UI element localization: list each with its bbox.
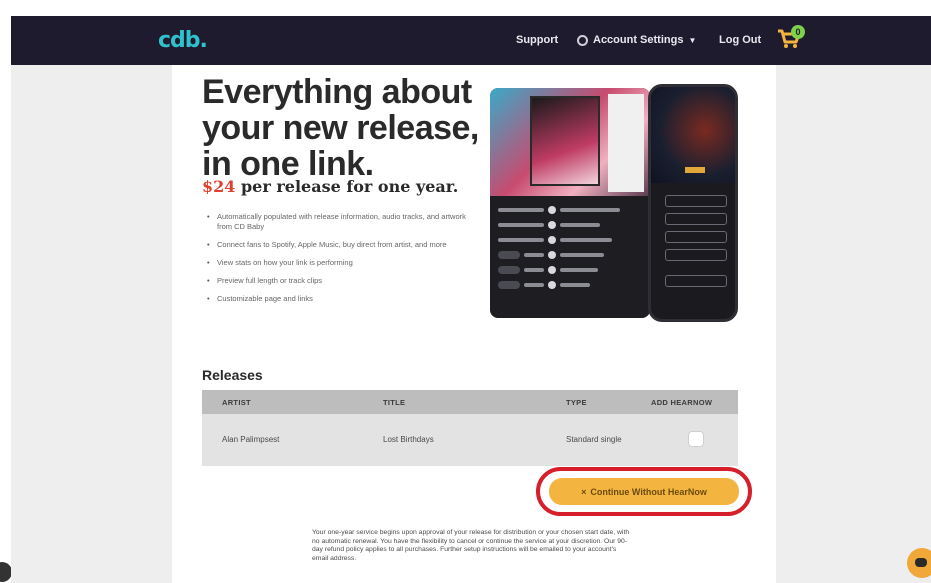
mobile-preview-tag bbox=[685, 167, 705, 173]
feature-item: Customizable page and links bbox=[205, 294, 467, 304]
cart-button[interactable]: 0 bbox=[776, 25, 806, 55]
feature-list: Automatically populated with release inf… bbox=[205, 212, 467, 312]
column-header-artist: ARTIST bbox=[222, 398, 251, 407]
release-type: Standard single bbox=[566, 435, 622, 444]
annotation-highlight-circle bbox=[536, 467, 752, 516]
chevron-down-icon: ▼ bbox=[688, 35, 697, 45]
account-settings-label: Account Settings bbox=[593, 34, 684, 46]
preview-artwork bbox=[490, 88, 650, 196]
log-out-link[interactable]: Log Out bbox=[719, 34, 761, 46]
support-link[interactable]: Support bbox=[516, 34, 558, 46]
column-header-add-hearnow: ADD HEARNOW bbox=[651, 398, 713, 407]
feature-item: View stats on how your link is performin… bbox=[205, 258, 467, 268]
hero-title: Everything about your new release, in on… bbox=[202, 73, 479, 183]
price-line: $24 per release for one year. bbox=[202, 177, 458, 196]
gear-icon bbox=[577, 34, 588, 46]
top-navigation-bar: cdb. Support Account Settings ▼ Log Out … bbox=[11, 16, 931, 65]
feature-item: Preview full length or track clips bbox=[205, 276, 467, 286]
price-amount: $24 bbox=[202, 177, 236, 196]
preview-link-rows bbox=[498, 204, 646, 294]
hearnow-page-preview-image bbox=[490, 88, 650, 318]
chat-support-button[interactable] bbox=[907, 548, 931, 578]
cart-count-badge: 0 bbox=[791, 25, 805, 39]
releases-heading: Releases bbox=[202, 367, 263, 383]
preview-cover-art bbox=[530, 96, 600, 186]
hearnow-mobile-preview-image bbox=[648, 84, 738, 322]
mobile-preview-buttons bbox=[665, 195, 727, 293]
releases-table: ARTIST TITLE TYPE ADD HEARNOW Alan Palim… bbox=[202, 390, 738, 466]
account-settings-menu[interactable]: Account Settings ▼ bbox=[577, 34, 696, 46]
left-gutter bbox=[11, 65, 172, 583]
add-hearnow-checkbox[interactable] bbox=[688, 431, 704, 447]
right-gutter bbox=[776, 65, 931, 583]
feature-item: Automatically populated with release inf… bbox=[205, 212, 467, 232]
release-artist: Alan Palimpsest bbox=[222, 435, 280, 444]
preview-thumbnails bbox=[608, 94, 644, 192]
column-header-title: TITLE bbox=[383, 398, 406, 407]
left-edge bbox=[0, 0, 11, 583]
table-header: ARTIST TITLE TYPE ADD HEARNOW bbox=[202, 390, 738, 414]
service-disclaimer: Your one-year service begins upon approv… bbox=[312, 529, 630, 562]
feature-item: Connect fans to Spotify, Apple Music, bu… bbox=[205, 240, 467, 250]
cdbaby-logo[interactable]: cdb. bbox=[158, 28, 208, 53]
column-header-type: TYPE bbox=[566, 398, 587, 407]
chat-icon bbox=[915, 558, 927, 567]
table-row: Alan Palimpsest Lost Birthdays Standard … bbox=[202, 414, 738, 466]
release-title: Lost Birthdays bbox=[383, 435, 434, 444]
price-description: per release for one year. bbox=[235, 177, 459, 196]
